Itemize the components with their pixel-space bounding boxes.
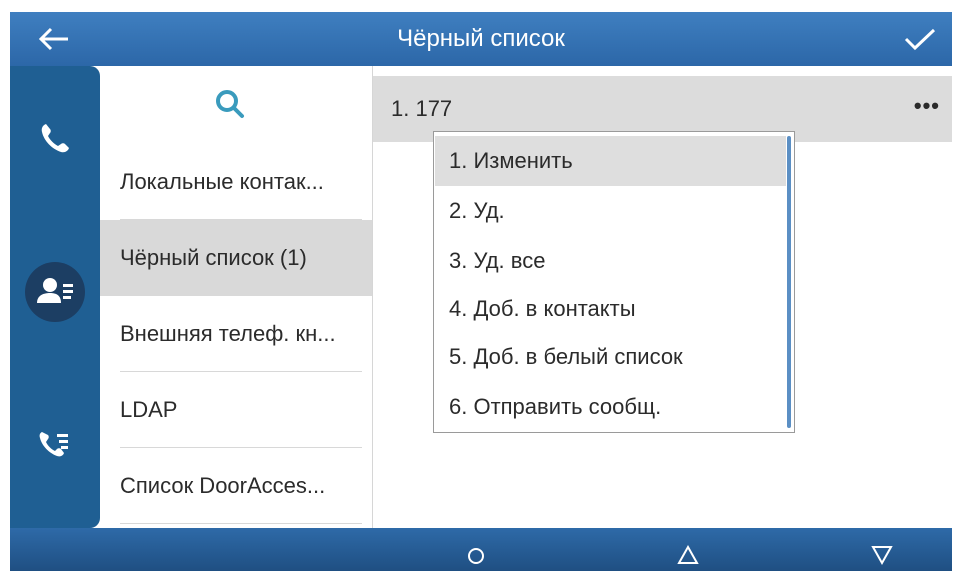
category-item[interactable]: Локальные контак... xyxy=(100,144,372,220)
triangle-up-icon[interactable] xyxy=(668,528,708,571)
category-item[interactable]: LDAP xyxy=(100,372,372,448)
title-bar: Чёрный список xyxy=(10,12,952,66)
circle-icon[interactable] xyxy=(456,528,496,571)
category-item[interactable]: Список DoorAcces... xyxy=(100,448,372,524)
context-menu: 1. Изменить 2. Уд. 3. Уд. все 4. Доб. в … xyxy=(433,131,795,433)
category-item-selected[interactable]: Чёрный список (1) xyxy=(100,220,372,296)
menu-item-delete[interactable]: 2. Уд. xyxy=(435,186,786,236)
contacts-icon xyxy=(37,278,73,303)
checkmark-icon[interactable] xyxy=(902,25,938,53)
menu-item-edit[interactable]: 1. Изменить xyxy=(435,136,786,186)
category-label: Список DoorAcces... xyxy=(120,473,326,498)
search-icon[interactable] xyxy=(210,84,250,124)
category-label: Локальные контак... xyxy=(120,169,324,194)
category-label: LDAP xyxy=(120,397,178,422)
softkey-bar xyxy=(10,528,952,571)
menu-item-add-to-whitelist[interactable]: 5. Доб. в белый список xyxy=(435,332,786,382)
category-item[interactable]: Внешняя телеф. кн... xyxy=(100,296,372,372)
divider xyxy=(120,523,362,524)
side-rail xyxy=(10,66,100,528)
menu-item-send-message[interactable]: 6. Отправить сообщ. xyxy=(435,382,786,432)
menu-scrollbar[interactable] xyxy=(787,136,791,428)
entry-label: 1. 177 xyxy=(391,96,453,121)
call-log-icon[interactable] xyxy=(30,420,80,470)
category-label: Внешняя телеф. кн... xyxy=(120,321,336,346)
category-list: Локальные контак... Чёрный список (1) Вн… xyxy=(100,66,373,528)
rail-item-contacts[interactable] xyxy=(25,262,85,322)
triangle-down-icon[interactable] xyxy=(862,528,902,571)
more-options-button[interactable]: ••• xyxy=(914,76,940,142)
page-title: Чёрный список xyxy=(397,25,565,52)
category-label: Чёрный список (1) xyxy=(120,245,307,270)
menu-item-delete-all[interactable]: 3. Уд. все xyxy=(435,236,786,286)
phone-icon[interactable] xyxy=(30,114,80,164)
menu-item-add-to-contacts[interactable]: 4. Доб. в контакты xyxy=(435,284,786,334)
